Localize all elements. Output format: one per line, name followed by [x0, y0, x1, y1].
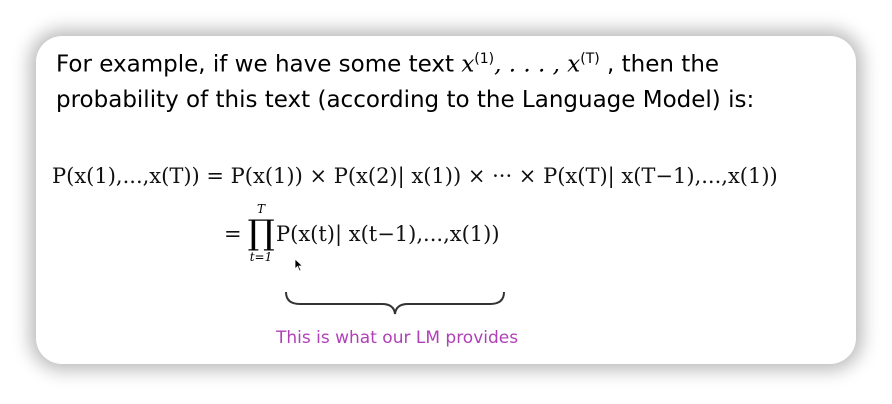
math-supT: (T)	[580, 51, 600, 67]
product-symbol: ∏	[247, 213, 275, 253]
equation-line1-text: P(x(1),...,x(T)) = P(x(1)) × P(x(2)| x(1…	[52, 164, 778, 188]
mouse-cursor-icon	[294, 258, 304, 272]
intro-line1-b: , then the	[599, 51, 720, 78]
slide: For example, if we have some text x(1), …	[36, 36, 856, 364]
math-xT: x	[567, 51, 581, 78]
equation-line2-rhs: P(x(t)| x(t−1),...,x(1))	[276, 222, 500, 246]
intro-text: For example, if we have some text x(1), …	[56, 42, 836, 118]
underbrace-icon	[285, 291, 505, 315]
equation-line1: P(x(1),...,x(T)) = P(x(1)) × P(x(2)| x(1…	[52, 164, 778, 188]
product-operator: T ∏ t=1	[244, 202, 278, 264]
math-sup1: (1)	[474, 51, 495, 67]
intro-line1-a: For example, if we have some text	[56, 51, 462, 78]
math-dots: , . . . ,	[494, 51, 568, 78]
math-x1: x	[461, 51, 475, 78]
intro-line2: probability of this text (according to t…	[56, 86, 755, 113]
annotation-caption: This is what our LM provides	[276, 328, 519, 348]
equation-line2-equals: =	[224, 222, 242, 246]
